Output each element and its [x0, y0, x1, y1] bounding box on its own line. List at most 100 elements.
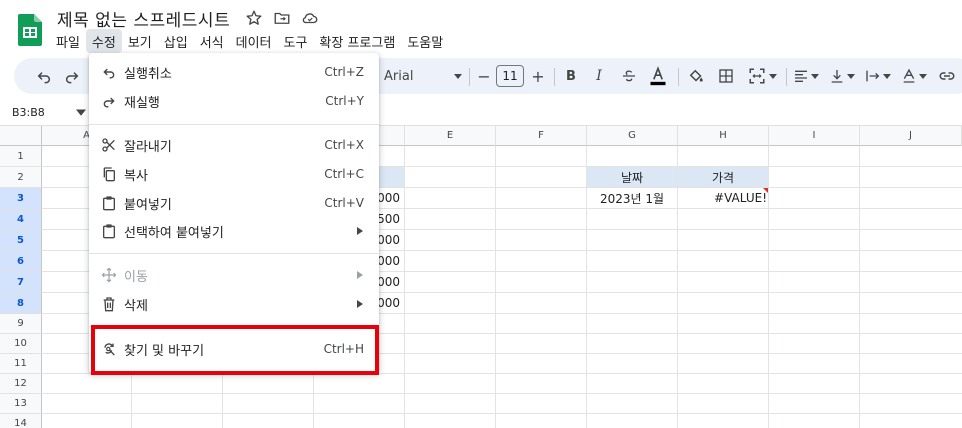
- cell-h2[interactable]: 가격: [678, 167, 768, 187]
- menu-copy-label: 복사: [124, 168, 148, 184]
- text-wrapping-button[interactable]: [862, 58, 894, 94]
- menu-paste-special[interactable]: 선택하여 붙여넣기: [89, 216, 379, 246]
- star-icon[interactable]: [245, 9, 263, 27]
- cell-d2[interactable]: [379, 167, 404, 187]
- menu-divider: [89, 124, 379, 125]
- undo-toolbar-button[interactable]: [30, 58, 58, 94]
- submenu-arrow-icon: [357, 300, 363, 308]
- menu-view[interactable]: 보기: [122, 29, 158, 53]
- row-header-13[interactable]: 13: [0, 394, 42, 414]
- text-color-icon: [650, 66, 666, 86]
- error-indicator-icon[interactable]: [763, 188, 768, 193]
- submenu-arrow-icon: [357, 227, 363, 235]
- caret-down-icon: [454, 74, 462, 79]
- menu-divider: [89, 253, 379, 254]
- menu-undo[interactable]: 실행취소 Ctrl+Z: [89, 57, 379, 87]
- merge-cells-button[interactable]: [744, 58, 780, 94]
- text-rotation-button[interactable]: [898, 58, 930, 94]
- copy-icon: [100, 165, 118, 183]
- vertical-align-button[interactable]: [826, 58, 858, 94]
- toolbar-divider: [554, 68, 555, 86]
- strikethrough-icon: [623, 70, 635, 82]
- menu-insert[interactable]: 삽입: [158, 29, 194, 53]
- menu-redo[interactable]: 재실행 Ctrl+Y: [89, 86, 379, 116]
- gridline: [859, 146, 860, 428]
- menu-data[interactable]: 데이터: [230, 29, 278, 53]
- cloud-status-icon[interactable]: [301, 9, 319, 27]
- menu-copy[interactable]: 복사 Ctrl+C: [89, 159, 379, 189]
- row-header-6[interactable]: 6: [0, 251, 42, 272]
- column-header-g[interactable]: G: [587, 126, 678, 146]
- menu-cut[interactable]: 잘라내기 Ctrl+X: [89, 130, 379, 160]
- row-header-2[interactable]: 2: [0, 167, 42, 188]
- text-color-button[interactable]: [646, 58, 670, 94]
- row-header-1[interactable]: 1: [0, 146, 42, 167]
- fill-color-button[interactable]: [684, 58, 708, 94]
- menu-undo-shortcut: Ctrl+Z: [324, 65, 364, 79]
- move-icon: [100, 266, 118, 284]
- gridline: [495, 146, 496, 428]
- menu-paste[interactable]: 붙여넣기 Ctrl+V: [89, 188, 379, 218]
- column-header-h[interactable]: H: [678, 126, 769, 146]
- insert-link-button[interactable]: [934, 58, 960, 94]
- horizontal-align-button[interactable]: [790, 58, 822, 94]
- trash-icon: [100, 295, 118, 313]
- row-header-8[interactable]: 8: [0, 293, 42, 314]
- menu-extensions[interactable]: 확장 프로그램: [313, 29, 401, 53]
- column-header-i[interactable]: I: [769, 126, 860, 146]
- menu-move[interactable]: 이동: [89, 260, 379, 290]
- column-header-f[interactable]: F: [496, 126, 587, 146]
- submenu-arrow-icon: [357, 271, 363, 279]
- row-header-10[interactable]: 10: [0, 334, 42, 354]
- strikethrough-button[interactable]: [618, 58, 640, 94]
- row-header-12[interactable]: 12: [0, 374, 42, 394]
- menu-file[interactable]: 파일: [50, 29, 86, 53]
- bold-button[interactable]: B: [560, 58, 582, 94]
- clipboard-icon: [100, 194, 118, 212]
- cell-h3[interactable]: #VALUE!: [678, 188, 768, 208]
- redo-icon: [66, 72, 79, 84]
- row-header-11[interactable]: 11: [0, 354, 42, 374]
- cell-g3[interactable]: 2023년 1월: [587, 188, 677, 208]
- row-header-7[interactable]: 7: [0, 272, 42, 293]
- menu-edit[interactable]: 수정: [85, 29, 122, 53]
- cell-g2[interactable]: 날짜: [587, 167, 677, 187]
- menu-undo-label: 실행취소: [124, 66, 172, 82]
- row-header-5[interactable]: 5: [0, 230, 42, 251]
- merge-cells-icon: [749, 68, 764, 84]
- name-box[interactable]: B3:B8: [12, 106, 45, 119]
- row-header-14[interactable]: 14: [0, 414, 42, 428]
- select-all-corner[interactable]: [0, 126, 42, 146]
- font-family-dropdown[interactable]: [452, 58, 464, 94]
- column-header-j[interactable]: J: [860, 126, 962, 146]
- row-header-4[interactable]: 4: [0, 209, 42, 230]
- menu-redo-label: 재실행: [124, 95, 160, 111]
- menu-delete[interactable]: 삭제: [89, 289, 379, 319]
- decrease-font-size-button[interactable]: −: [474, 58, 494, 94]
- increase-font-size-button[interactable]: +: [528, 58, 548, 94]
- caret-down-icon: [919, 74, 927, 79]
- column-header-e[interactable]: E: [405, 126, 496, 146]
- redo-toolbar-button[interactable]: [60, 58, 84, 94]
- menu-tools[interactable]: 도구: [278, 29, 314, 53]
- gridline: [42, 393, 962, 394]
- move-to-folder-icon[interactable]: [273, 9, 291, 27]
- italic-button[interactable]: I: [588, 58, 610, 94]
- scissors-icon: [100, 136, 118, 154]
- borders-button[interactable]: [714, 58, 738, 94]
- row-header-9[interactable]: 9: [0, 314, 42, 334]
- menu-help[interactable]: 도움말: [401, 29, 449, 53]
- font-size-input[interactable]: 11: [496, 65, 524, 87]
- font-family-select[interactable]: Arial: [384, 58, 454, 94]
- menubar: 파일 수정 보기 삽입 서식 데이터 도구 확장 프로그램 도움말: [50, 29, 449, 53]
- menu-move-label: 이동: [124, 269, 148, 285]
- gridline: [42, 413, 962, 414]
- sheets-logo-icon[interactable]: [18, 14, 42, 46]
- document-title[interactable]: 제목 없는 스프레드시트: [57, 6, 230, 31]
- caret-down-icon[interactable]: [76, 107, 86, 117]
- gridline: [768, 146, 769, 428]
- row-header-3[interactable]: 3: [0, 188, 42, 209]
- menu-format[interactable]: 서식: [194, 29, 230, 53]
- undo-icon: [100, 63, 118, 81]
- toolbar-divider: [678, 68, 679, 86]
